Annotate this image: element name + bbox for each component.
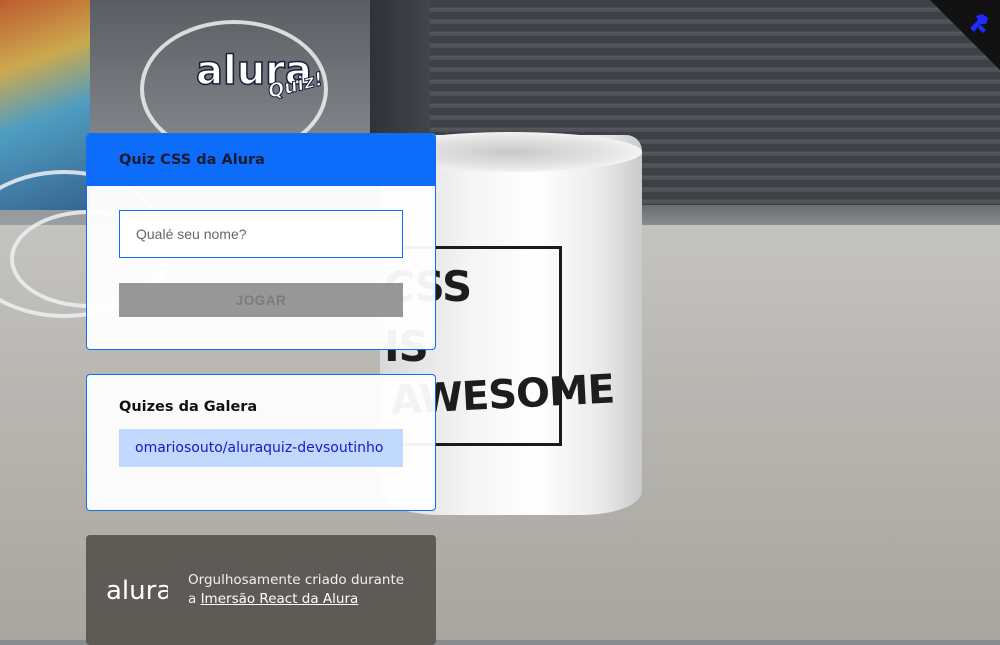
quiz-widget: Quiz CSS da Alura JOGAR — [86, 133, 436, 350]
footer-immersion-link[interactable]: Imersão React da Alura — [201, 591, 359, 607]
name-input[interactable] — [119, 210, 403, 258]
quiz-title: Quiz CSS da Alura — [119, 152, 265, 168]
alura-quiz-logo: alura Quiz! — [196, 47, 326, 103]
name-form: JOGAR — [119, 210, 403, 317]
footer-logo-text: alura — [106, 576, 168, 605]
alura-footer-logo: alura — [106, 576, 168, 605]
github-octocat-icon[interactable] — [966, 10, 994, 38]
community-widget-title: Quizes da Galera — [119, 399, 258, 415]
community-quiz-link[interactable]: omariosouto/aluraquiz-devsoutinho — [119, 429, 403, 467]
community-quizzes-widget: Quizes da Galera omariosouto/aluraquiz-d… — [86, 374, 436, 511]
footer-credit: Orgulhosamente criado durante a Imersão … — [188, 571, 416, 609]
quiz-widget-header: Quiz CSS da Alura — [87, 134, 435, 186]
play-button[interactable]: JOGAR — [119, 283, 403, 317]
footer: alura Orgulhosamente criado durante a Im… — [86, 535, 436, 645]
